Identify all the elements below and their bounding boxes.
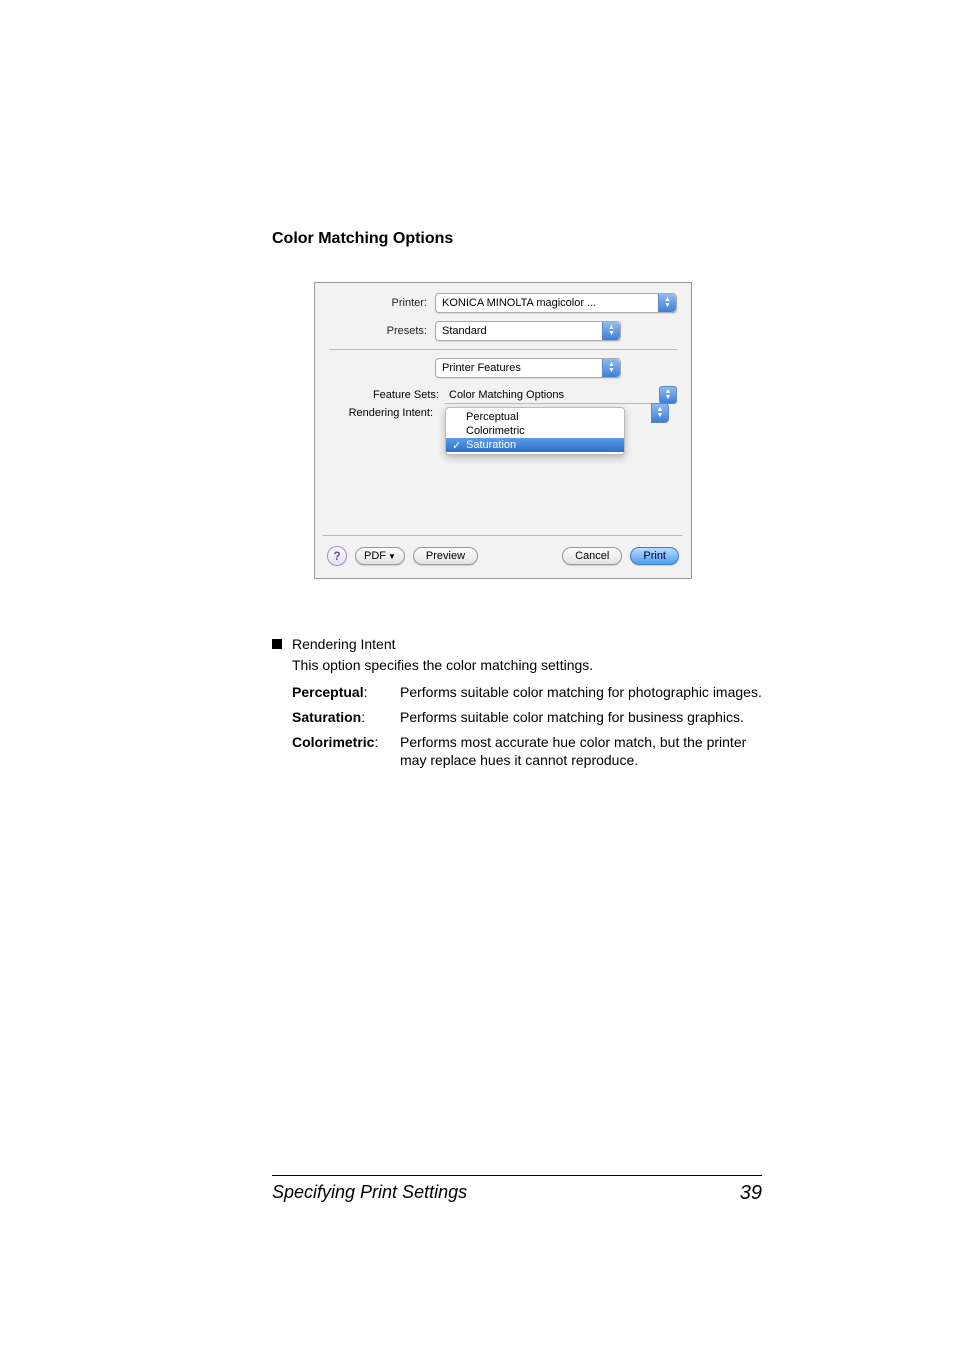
bullet-desc: This option specifies the color matching… xyxy=(292,656,762,675)
feature-sets-label: Feature Sets: xyxy=(329,389,445,401)
print-button[interactable]: Print xyxy=(630,547,679,565)
def-term-saturation: Saturation: xyxy=(292,708,400,727)
def-text-perceptual: Performs suitable color matching for pho… xyxy=(400,683,762,702)
menu-item-colorimetric[interactable]: Colorimetric xyxy=(446,424,624,438)
dropdown-arrows-icon xyxy=(658,294,676,312)
presets-label: Presets: xyxy=(329,325,435,337)
def-text-saturation: Performs suitable color matching for bus… xyxy=(400,708,762,727)
rendering-intent-menu: Perceptual Colorimetric Saturation xyxy=(445,407,625,455)
pdf-button[interactable]: PDF▼ xyxy=(355,547,405,565)
menu-item-saturation[interactable]: Saturation xyxy=(446,438,624,452)
help-button[interactable]: ? xyxy=(327,546,347,566)
presets-select[interactable]: Standard xyxy=(435,321,621,341)
print-dialog: Printer: KONICA MINOLTA magicolor ... Pr… xyxy=(314,282,692,579)
def-term-colorimetric: Colorimetric: xyxy=(292,733,400,771)
preview-button[interactable]: Preview xyxy=(413,547,478,565)
printer-select-value: KONICA MINOLTA magicolor ... xyxy=(436,297,658,309)
rendering-intent-label: Rendering Intent: xyxy=(329,407,439,419)
cancel-button[interactable]: Cancel xyxy=(562,547,622,565)
def-text-colorimetric: Performs most accurate hue color match, … xyxy=(400,733,762,771)
dropdown-arrows-icon xyxy=(602,359,620,377)
dropdown-arrows-icon xyxy=(602,322,620,340)
page-number: 39 xyxy=(740,1182,762,1205)
printer-label: Printer: xyxy=(329,297,435,309)
rendering-intent-dropdown-button[interactable] xyxy=(651,403,669,423)
feature-sets-dropdown[interactable] xyxy=(659,386,677,404)
presets-select-value: Standard xyxy=(436,325,602,337)
bullet-title: Rendering Intent xyxy=(292,635,762,654)
divider xyxy=(329,349,677,350)
bullet-icon xyxy=(272,639,282,649)
page-footer: Specifying Print Settings 39 xyxy=(272,1175,762,1205)
def-term-perceptual: Perceptual: xyxy=(292,683,400,702)
printer-select[interactable]: KONICA MINOLTA magicolor ... xyxy=(435,293,677,313)
pdf-button-label: PDF xyxy=(364,550,386,562)
section-select[interactable]: Printer Features xyxy=(435,358,621,378)
menu-item-perceptual[interactable]: Perceptual xyxy=(446,410,624,424)
section-select-value: Printer Features xyxy=(436,362,602,374)
feature-sets-value: Color Matching Options xyxy=(445,387,659,404)
chevron-down-icon: ▼ xyxy=(388,552,396,561)
footer-section-title: Specifying Print Settings xyxy=(272,1182,467,1205)
section-heading: Color Matching Options xyxy=(272,230,762,248)
